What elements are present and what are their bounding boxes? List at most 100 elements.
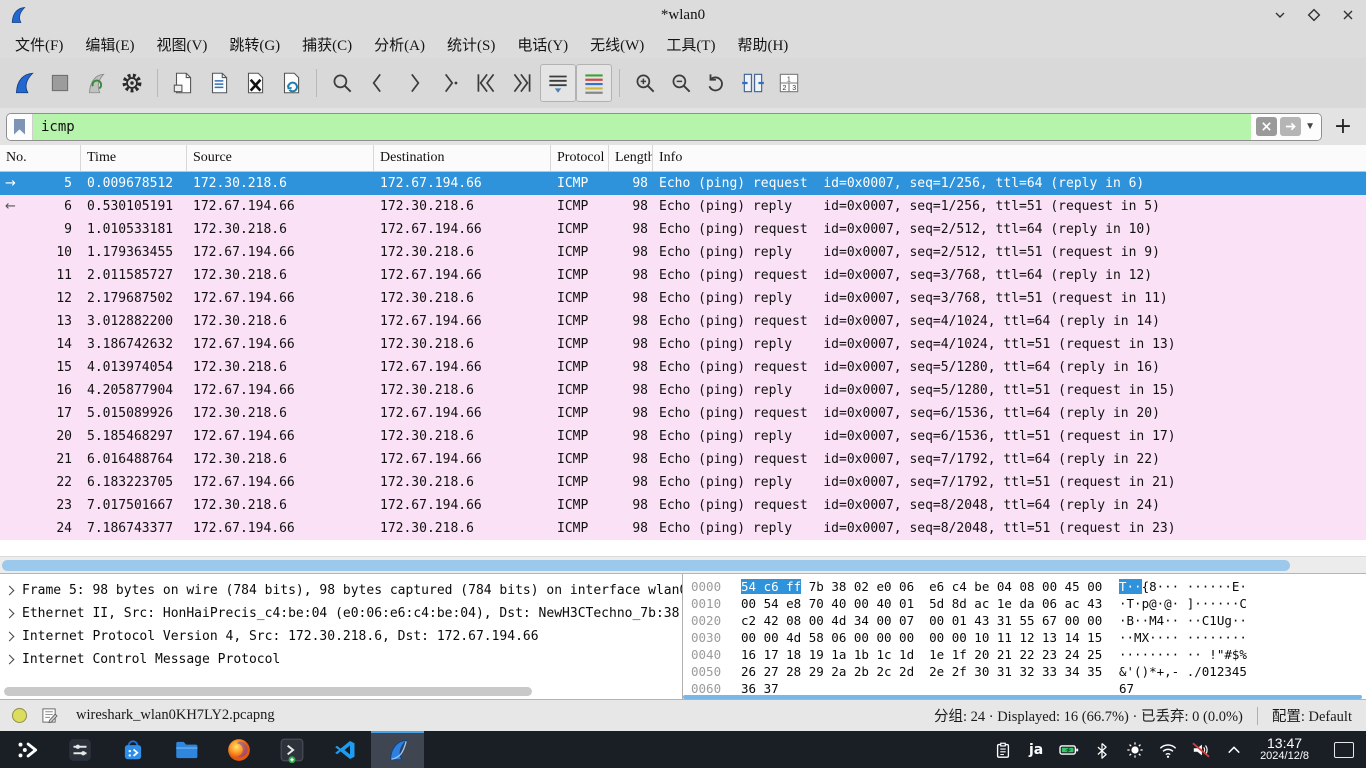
hex-row[interactable]: 0020c2 42 08 00 4d 34 00 07 00 01 43 31 … — [683, 612, 1366, 629]
menu-item[interactable]: 电话(Y) — [506, 32, 579, 57]
detail-row[interactable]: Ethernet II, Src: HonHaiPrecis_c4:be:04 … — [0, 602, 682, 625]
taskbar-app-terminal[interactable] — [265, 731, 318, 768]
input-method-indicator[interactable]: ja — [1023, 737, 1049, 763]
taskbar-app-store[interactable] — [106, 731, 159, 768]
bytes-hscrollbar-thumb[interactable] — [683, 695, 1362, 699]
taskbar-app-firefox[interactable] — [212, 731, 265, 768]
save-file-button[interactable] — [201, 64, 237, 102]
clipboard-icon[interactable] — [990, 737, 1016, 763]
zoom-reset-button[interactable] — [699, 64, 735, 102]
close-file-button[interactable] — [237, 64, 273, 102]
reload-file-button[interactable] — [273, 64, 309, 102]
hex-bytes[interactable]: 26 27 28 29 2a 2b 2c 2d 2e 2f 30 31 32 3… — [741, 664, 1119, 679]
hex-ascii[interactable]: ········ ·· !"#$% — [1119, 647, 1247, 662]
capture-options-button[interactable] — [114, 64, 150, 102]
column-header-destination[interactable]: Destination — [374, 145, 551, 171]
capture-comment-icon[interactable] — [41, 707, 58, 724]
profile-label[interactable]: 配置: Default — [1272, 705, 1352, 726]
menu-item[interactable]: 编辑(E) — [74, 32, 145, 57]
hex-row[interactable]: 000054 c6 ff 7b 38 02 e0 06 e6 c4 be 04 … — [683, 578, 1366, 595]
packet-row[interactable]: 205.185468297172.67.194.66172.30.218.6IC… — [0, 425, 1366, 448]
brightness-icon[interactable] — [1122, 737, 1148, 763]
hex-bytes[interactable]: 36 37 — [741, 681, 1119, 696]
expand-chevron-icon[interactable] — [5, 632, 15, 642]
hscrollbar-thumb[interactable] — [2, 560, 1290, 571]
menu-item[interactable]: 统计(S) — [436, 32, 506, 57]
packet-row[interactable]: 216.016488764172.30.218.6172.67.194.66IC… — [0, 448, 1366, 471]
hex-ascii[interactable]: ··MX···· ········ — [1119, 630, 1247, 645]
column-header-length[interactable]: Length — [609, 145, 653, 171]
hex-ascii[interactable]: T··{8··· ······E· — [1119, 579, 1247, 594]
taskbar-clock[interactable]: 13:47 2024/12/8 — [1260, 736, 1309, 762]
restart-capture-button[interactable] — [78, 64, 114, 102]
column-header-no[interactable]: No. — [0, 145, 81, 171]
hex-bytes[interactable]: 54 c6 ff 7b 38 02 e0 06 e6 c4 be 04 08 0… — [741, 579, 1119, 594]
hex-bytes[interactable]: c2 42 08 00 4d 34 00 07 00 01 43 31 55 6… — [741, 613, 1119, 628]
hex-row[interactable]: 005026 27 28 29 2a 2b 2c 2d 2e 2f 30 31 … — [683, 663, 1366, 680]
packet-row[interactable]: 122.179687502172.67.194.66172.30.218.6IC… — [0, 287, 1366, 310]
menu-item[interactable]: 工具(T) — [655, 32, 726, 57]
packet-row[interactable]: 112.011585727172.30.218.6172.67.194.66IC… — [0, 264, 1366, 287]
zoom-out-button[interactable] — [663, 64, 699, 102]
taskbar-app-file-manager[interactable] — [159, 731, 212, 768]
find-packet-button[interactable] — [324, 64, 360, 102]
go-back-button[interactable] — [360, 64, 396, 102]
expand-chevron-icon[interactable] — [5, 586, 15, 596]
bluetooth-icon[interactable] — [1089, 737, 1115, 763]
menu-item[interactable]: 无线(W) — [579, 32, 655, 57]
packet-row[interactable]: 226.183223705172.67.194.66172.30.218.6IC… — [0, 471, 1366, 494]
menu-item[interactable]: 视图(V) — [146, 32, 219, 57]
taskbar-app-vscode[interactable] — [318, 731, 371, 768]
expert-info-icon[interactable] — [12, 708, 27, 723]
tray-expand-icon[interactable] — [1221, 737, 1247, 763]
go-last-button[interactable] — [504, 64, 540, 102]
hex-ascii[interactable]: ·B··M4·· ··C1Ug·· — [1119, 613, 1247, 628]
numbered-columns-button[interactable]: 123 — [771, 64, 807, 102]
column-header-time[interactable]: Time — [81, 145, 187, 171]
hex-row[interactable]: 004016 17 18 19 1a 1b 1c 1d 1e 1f 20 21 … — [683, 646, 1366, 663]
hex-bytes[interactable]: 00 54 e8 70 40 00 40 01 5d 8d ac 1e da 0… — [741, 596, 1119, 611]
zoom-in-button[interactable] — [627, 64, 663, 102]
packet-row[interactable]: 237.017501667172.30.218.6172.67.194.66IC… — [0, 494, 1366, 517]
hex-ascii[interactable]: 67 — [1119, 681, 1134, 696]
go-to-packet-button[interactable] — [432, 64, 468, 102]
detail-row[interactable]: Internet Protocol Version 4, Src: 172.30… — [0, 625, 682, 648]
taskbar-app-wireshark[interactable] — [371, 731, 424, 768]
add-filter-button[interactable]: + — [1330, 113, 1356, 141]
packet-row[interactable]: 164.205877904172.67.194.66172.30.218.6IC… — [0, 379, 1366, 402]
go-first-button[interactable] — [468, 64, 504, 102]
start-capture-button[interactable] — [6, 64, 42, 102]
apply-filter-button[interactable] — [1280, 117, 1301, 136]
taskbar-app-settings[interactable] — [53, 731, 106, 768]
packet-row[interactable]: ←60.530105191172.67.194.66172.30.218.6IC… — [0, 195, 1366, 218]
detail-row[interactable]: Frame 5: 98 bytes on wire (784 bits), 98… — [0, 579, 682, 602]
filter-bookmark-icon[interactable] — [7, 114, 33, 140]
packet-row[interactable]: 154.013974054172.30.218.6172.67.194.66IC… — [0, 356, 1366, 379]
go-forward-button[interactable] — [396, 64, 432, 102]
open-file-button[interactable] — [165, 64, 201, 102]
clear-filter-button[interactable] — [1256, 117, 1277, 136]
battery-icon[interactable] — [1056, 737, 1082, 763]
menu-item[interactable]: 帮助(H) — [726, 32, 799, 57]
column-header-protocol[interactable]: Protocol — [551, 145, 609, 171]
hex-bytes[interactable]: 00 00 4d 58 06 00 00 00 00 00 10 11 12 1… — [741, 630, 1119, 645]
column-header-info[interactable]: Info — [653, 145, 1366, 171]
volume-muted-icon[interactable] — [1188, 737, 1214, 763]
detail-row[interactable]: Internet Control Message Protocol — [0, 648, 682, 671]
details-hscrollbar-thumb[interactable] — [4, 687, 532, 696]
maximize-button[interactable] — [1306, 7, 1322, 23]
hex-ascii[interactable]: ·T·p@·@· ]······C — [1119, 596, 1247, 611]
column-header-source[interactable]: Source — [187, 145, 374, 171]
packet-row[interactable]: 91.010533181172.30.218.6172.67.194.66ICM… — [0, 218, 1366, 241]
packet-row[interactable]: 101.179363455172.67.194.66172.30.218.6IC… — [0, 241, 1366, 264]
show-desktop-button[interactable] — [1334, 742, 1354, 758]
expand-chevron-icon[interactable] — [5, 655, 15, 665]
expand-chevron-icon[interactable] — [5, 609, 15, 619]
packet-row[interactable]: 247.186743377172.67.194.66172.30.218.6IC… — [0, 517, 1366, 540]
stop-capture-button[interactable] — [42, 64, 78, 102]
taskbar-app-launcher[interactable] — [0, 731, 53, 768]
minimize-button[interactable] — [1272, 7, 1288, 23]
menu-item[interactable]: 分析(A) — [363, 32, 436, 57]
menu-item[interactable]: 跳转(G) — [218, 32, 291, 57]
wifi-icon[interactable] — [1155, 737, 1181, 763]
